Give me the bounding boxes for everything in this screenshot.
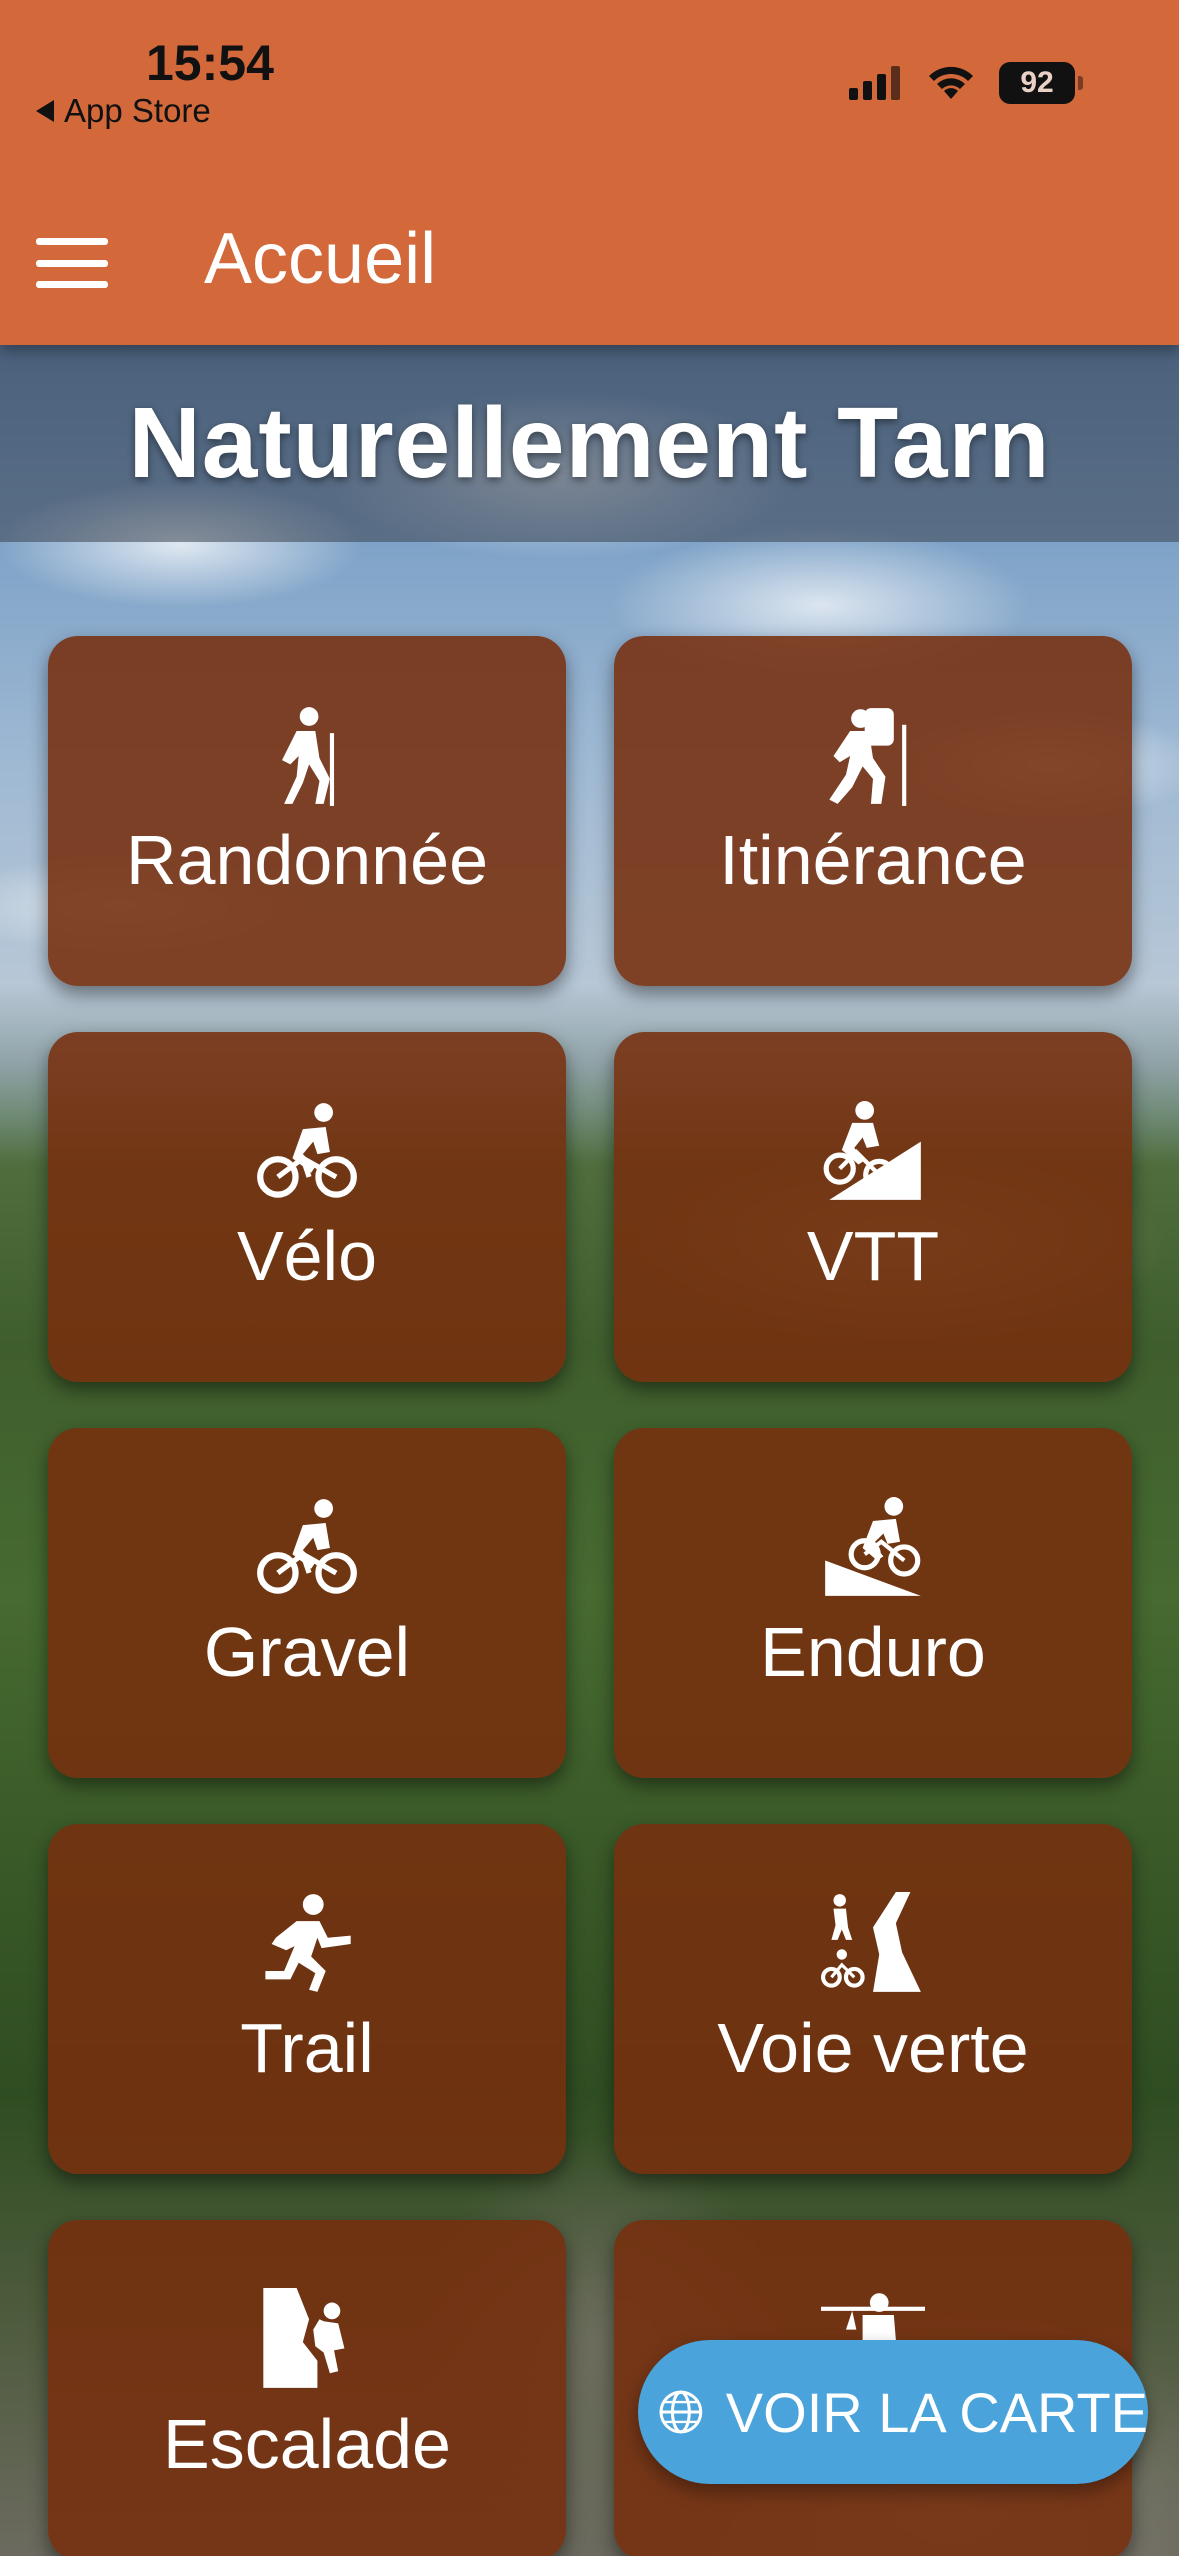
- tile-randonnee[interactable]: Randonnée: [48, 636, 566, 986]
- battery-level: 92: [1020, 66, 1054, 99]
- tile-label: Enduro: [760, 1613, 986, 1691]
- tile-gravel[interactable]: Gravel: [48, 1428, 566, 1778]
- tile-label: Voie verte: [717, 2009, 1029, 2087]
- enduro-bike-icon: [825, 1497, 921, 1596]
- climber-icon: [263, 2288, 345, 2388]
- tile-label: Escalade: [163, 2405, 451, 2483]
- status-time: 15:54: [146, 35, 274, 91]
- back-arrow-icon: [36, 100, 54, 122]
- tile-enduro[interactable]: Enduro: [614, 1428, 1132, 1778]
- cyclist-icon: [257, 1103, 357, 1198]
- signal-icon: [849, 66, 900, 100]
- app-bar: 15:54 App Store 92 Accueil: [0, 0, 1179, 345]
- backpacker-icon: [829, 708, 907, 806]
- mountain-bike-icon: [823, 1101, 921, 1200]
- tile-label: Gravel: [203, 1613, 411, 1691]
- voir-la-carte-label: VOIR LA CARTE: [725, 2380, 1148, 2444]
- page-title: Accueil: [204, 219, 437, 299]
- tile-label: Trail: [240, 2009, 374, 2087]
- tile-label: VTT: [806, 1217, 940, 1295]
- hero-banner: Naturellement Tarn: [0, 345, 1179, 542]
- globe-icon: [659, 2390, 703, 2434]
- back-label: App Store: [64, 92, 211, 129]
- tile-trail[interactable]: Trail: [48, 1824, 566, 2174]
- tile-velo[interactable]: Vélo: [48, 1032, 566, 1382]
- tile-label: Itinérance: [719, 821, 1027, 899]
- gravel-bike-icon: [257, 1499, 357, 1594]
- tile-escalade[interactable]: Escalade: [48, 2220, 566, 2556]
- tile-vtt[interactable]: VTT: [614, 1032, 1132, 1382]
- hiker-icon: [282, 707, 335, 806]
- runner-icon: [265, 1894, 351, 1992]
- voir-la-carte-button[interactable]: VOIR LA CARTE: [638, 2340, 1148, 2484]
- wifi-icon: [929, 66, 973, 99]
- tile-voie-verte[interactable]: Voie verte: [614, 1824, 1132, 2174]
- hamburger-menu-icon[interactable]: [36, 238, 108, 288]
- hero-title: Naturellement Tarn: [128, 387, 1051, 499]
- back-to-app-store[interactable]: App Store: [36, 92, 211, 130]
- tile-label: Randonnée: [126, 821, 488, 899]
- battery-icon: 92: [999, 62, 1083, 104]
- tile-label: Vélo: [236, 1217, 378, 1295]
- status-icons: 92: [849, 62, 1083, 104]
- tile-itinerance[interactable]: Itinérance: [614, 636, 1132, 986]
- greenway-icon: [821, 1892, 921, 1992]
